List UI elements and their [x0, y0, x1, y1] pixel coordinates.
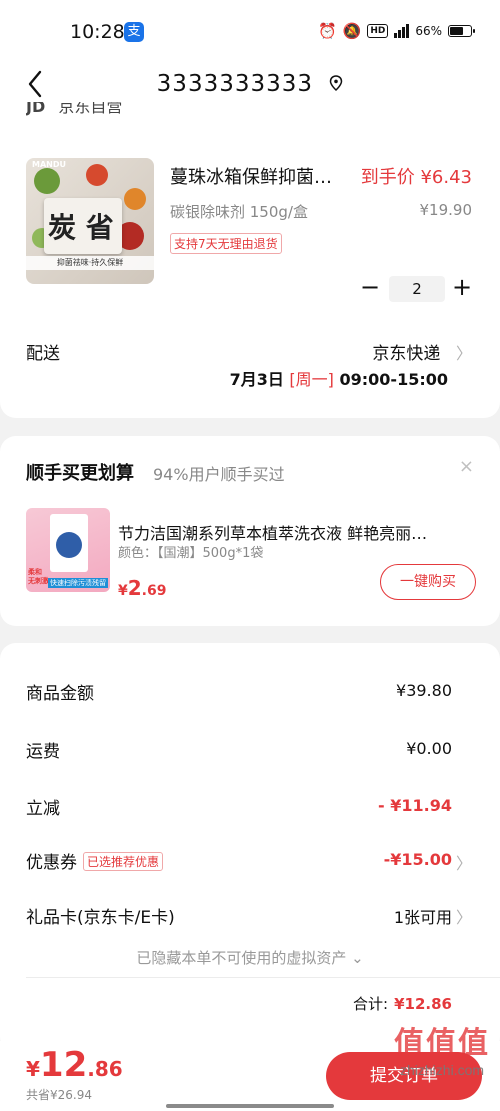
giftcard-label: 礼品卡(京东卡/E卡) [26, 908, 175, 928]
address-phone: 3333333333 [156, 71, 314, 97]
discount-value: - ¥11.94 [378, 796, 452, 815]
one-click-buy-button[interactable]: 一键购买 [380, 564, 476, 600]
shipping-value: ¥0.00 [406, 739, 452, 758]
status-icons: ⏰ 🔕 HD 66% [317, 22, 475, 40]
delivery-label: 配送 [26, 344, 60, 364]
upsell-title: 顺手买更划算 [26, 463, 134, 484]
total-value: ¥12.86 [394, 995, 452, 1013]
battery-icon [448, 25, 475, 37]
price-summary-card: 商品金额 ¥39.80 运费 ¥0.00 立减 - ¥11.94 优惠券 已选推荐… [0, 643, 500, 1053]
upsell-product-name[interactable]: 节力洁国潮系列草本植萃洗衣液 鲜艳亮丽… [118, 520, 468, 544]
alipay-icon: 支 [124, 22, 144, 42]
mute-bell-icon: 🔕 [342, 22, 362, 40]
page-title[interactable]: 3333333333 [0, 71, 500, 97]
goods-amount-label: 商品金额 [26, 684, 94, 704]
product-image[interactable]: MANDU 炭 省 抑菌祛味·持久保鲜 [26, 158, 154, 284]
hd-icon: HD [367, 24, 389, 38]
original-price: ¥19.90 [419, 201, 473, 219]
divider [26, 977, 500, 978]
delivery-method[interactable]: 京东快递 〉 [372, 339, 472, 364]
coupon-value[interactable]: -¥15.00 [384, 850, 452, 869]
upsell-price: ¥2.69 [118, 576, 166, 600]
goods-amount-value: ¥39.80 [396, 681, 452, 700]
delivery-weekday: [周一] [289, 370, 334, 389]
submit-order-button[interactable]: 提交订单 [326, 1052, 482, 1100]
quantity-decrease-button[interactable]: − [360, 275, 380, 300]
product-image-glyph: 炭 省 [48, 211, 114, 244]
quantity-input[interactable]: 2 [389, 276, 445, 302]
delivery-time[interactable]: 7月3日 [周一] 09:00-15:00 [230, 366, 448, 390]
quantity-increase-button[interactable]: + [452, 275, 472, 300]
shipping-label: 运费 [26, 742, 60, 762]
upsell-price-int: 2 [127, 576, 142, 600]
close-icon[interactable]: × [459, 456, 474, 477]
upsell-product-attr: 颜色：【国潮】500g*1袋 [118, 546, 264, 561]
coupon-recommended-badge: 已选推荐优惠 [83, 852, 164, 871]
coupon-label: 优惠券 [26, 853, 77, 873]
status-time: 10:28 [70, 21, 125, 43]
order-product-card: JD 京东自营 MANDU 炭 省 抑菌祛味·持久保鲜 蔓珠冰箱保鲜抑菌… 到手… [0, 100, 500, 418]
home-indicator[interactable] [166, 1104, 334, 1108]
product-spec: 碳银除味剂 150g/盒 [170, 203, 308, 221]
shop-row[interactable]: JD 京东自营 [26, 102, 122, 122]
total-line: 合计: ¥12.86 [353, 993, 452, 1014]
delivery-window: 09:00-15:00 [339, 370, 449, 389]
hidden-assets-toggle[interactable]: 已隐藏本单不可使用的虚拟资产 ⌄ [0, 947, 500, 968]
upsell-product-image[interactable]: 柔和 无刺激 快速扫除污渍残留 [26, 508, 110, 592]
location-pin-icon [330, 75, 343, 91]
delivery-date: 7月3日 [229, 370, 284, 389]
discount-label: 立减 [26, 799, 60, 819]
return-policy-badge: 支持7天无理由退货 [170, 233, 282, 254]
jd-logo-icon: JD [26, 102, 46, 116]
upsell-price-dec: .69 [141, 583, 167, 599]
upsell-card: 顺手买更划算 94%用户顺手买过 × 柔和 无刺激 快速扫除污渍残留 节力洁国潮… [0, 436, 500, 626]
pay-amount-int: 12 [39, 1045, 88, 1085]
battery-percent: 66% [415, 24, 442, 38]
pay-amount: ¥12.86 [26, 1045, 123, 1085]
product-image-strip: 抑菌祛味·持久保鲜 [26, 256, 154, 270]
upsell-subtitle: 94%用户顺手买过 [153, 465, 285, 484]
pay-amount-dec: .86 [87, 1057, 123, 1081]
total-label: 合计: [353, 995, 389, 1013]
final-price: 到手价 ¥6.43 [360, 167, 472, 188]
giftcard-value[interactable]: 1张可用 [394, 904, 452, 928]
alarm-icon: ⏰ [317, 22, 337, 40]
delivery-method-text: 京东快递 [372, 344, 441, 364]
status-bar: 10:28 支 ⏰ 🔕 HD 66% [0, 0, 500, 60]
chevron-right-icon: 〉 [455, 908, 472, 927]
chevron-right-icon: 〉 [445, 344, 472, 363]
upsell-image-label: 柔和 无刺激 [28, 568, 49, 585]
upsell-image-banner: 快速扫除污渍残留 [48, 578, 108, 588]
pay-currency: ¥ [26, 1057, 40, 1081]
saved-amount: 共省¥26.94 [26, 1088, 92, 1102]
product-name[interactable]: 蔓珠冰箱保鲜抑菌… [170, 163, 348, 189]
checkout-bar: ¥12.86 共省¥26.94 提交订单 [0, 1041, 500, 1111]
chevron-right-icon: 〉 [455, 854, 472, 873]
coupon-row[interactable]: 优惠券 已选推荐优惠 [26, 848, 164, 873]
upsell-price-currency: ¥ [118, 583, 128, 599]
shop-name: 京东自营 [58, 102, 123, 116]
signal-icon [394, 24, 410, 38]
